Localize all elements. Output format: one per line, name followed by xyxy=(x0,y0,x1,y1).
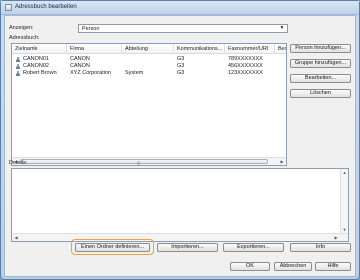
column-header-fax-uri[interactable]: Faxnummer/URI xyxy=(225,44,275,54)
cell-fax: 123XXXXXXX xyxy=(228,70,263,76)
help-button[interactable]: Hilfe xyxy=(315,262,351,271)
cell-department: System xyxy=(125,70,144,76)
export-button[interactable]: Exportieren... xyxy=(223,243,284,252)
import-button[interactable]: Importieren... xyxy=(157,243,218,252)
column-header-description[interactable]: Besc xyxy=(275,44,286,54)
chevron-down-icon[interactable]: ▼ xyxy=(277,25,287,32)
details-panel: ▲ ▼ ◀ ▶ xyxy=(11,168,349,242)
cell-company: CANON xyxy=(70,63,90,69)
details-vertical-scrollbar[interactable]: ▲ ▼ xyxy=(340,169,348,233)
column-header-company[interactable]: Firma xyxy=(67,44,122,54)
details-label: Details: xyxy=(9,160,28,166)
cell-name: CANON01 xyxy=(23,56,49,62)
address-book-dialog: Adressbuch bearbeiten Anzeigen: Person ▼… xyxy=(0,0,360,280)
scroll-left-icon[interactable]: ◀ xyxy=(12,234,20,241)
filter-dropdown[interactable]: Person ▼ xyxy=(78,24,288,33)
cell-communication: G3 xyxy=(177,63,185,69)
title-bar[interactable]: Adressbuch bearbeiten xyxy=(1,1,359,15)
column-header-name[interactable]: Zielname ^ xyxy=(12,44,67,54)
cell-name: CANON02 xyxy=(23,63,49,69)
scroll-up-icon[interactable]: ▲ xyxy=(341,169,348,176)
address-book-label: Adressbuch: xyxy=(9,35,40,41)
info-button[interactable]: Info xyxy=(290,243,351,252)
delete-button[interactable]: Löschen xyxy=(290,89,351,98)
dialog-body: Anzeigen: Person ▼ Adressbuch: Zielname … xyxy=(4,15,356,277)
cell-fax: 456XXXXXXX xyxy=(228,63,263,69)
list-header: Zielname ^ Firma Abteilung Kommunikation… xyxy=(12,44,286,54)
grip-icon: ||| xyxy=(137,160,141,165)
cell-company: CANON xyxy=(70,56,90,62)
define-folder-button[interactable]: Einen Ordner definieren... xyxy=(75,243,150,252)
person-icon xyxy=(16,57,20,62)
table-row[interactable]: CANON02 CANON G3 456XXXXXXX xyxy=(12,63,286,70)
person-icon xyxy=(16,64,20,69)
list-horizontal-scrollbar[interactable]: ◀ ||| ▶ xyxy=(12,157,286,165)
add-group-button[interactable]: Gruppe hinzufügen... xyxy=(290,59,351,68)
cell-fax: 789XXXXXXX xyxy=(228,56,263,62)
app-icon xyxy=(5,4,12,11)
scroll-right-icon[interactable]: ▶ xyxy=(278,158,286,165)
person-icon xyxy=(16,71,20,76)
sort-ascending-icon: ^ xyxy=(34,44,36,49)
ok-button[interactable]: OK xyxy=(230,262,270,271)
filter-label: Anzeigen: xyxy=(9,25,34,31)
edit-button[interactable]: Bearbeiten... xyxy=(290,74,351,83)
column-header-communication[interactable]: Kommunikations... xyxy=(174,44,225,54)
cell-name: Robert Brown xyxy=(23,70,57,76)
add-person-button[interactable]: Person hinzufügen... xyxy=(290,44,351,53)
details-horizontal-scrollbar[interactable]: ◀ ▶ xyxy=(12,233,348,241)
cell-company: XYZ Corporation xyxy=(70,70,111,76)
table-row[interactable]: CANON01 CANON G3 789XXXXXXX xyxy=(12,56,286,63)
filter-value: Person xyxy=(82,26,100,32)
cell-communication: G3 xyxy=(177,70,185,76)
scroll-right-icon[interactable]: ▶ xyxy=(332,234,340,241)
cancel-button[interactable]: Abbrechen xyxy=(274,262,312,271)
column-header-department[interactable]: Abteilung xyxy=(122,44,174,54)
scroll-down-icon[interactable]: ▼ xyxy=(341,226,348,233)
table-row[interactable]: Robert Brown XYZ Corporation System G3 1… xyxy=(12,70,286,77)
window-title: Adressbuch bearbeiten xyxy=(15,4,77,10)
address-book-list[interactable]: Zielname ^ Firma Abteilung Kommunikation… xyxy=(11,43,287,166)
cell-communication: G3 xyxy=(177,56,185,62)
scroll-thumb[interactable]: ||| xyxy=(20,159,268,165)
